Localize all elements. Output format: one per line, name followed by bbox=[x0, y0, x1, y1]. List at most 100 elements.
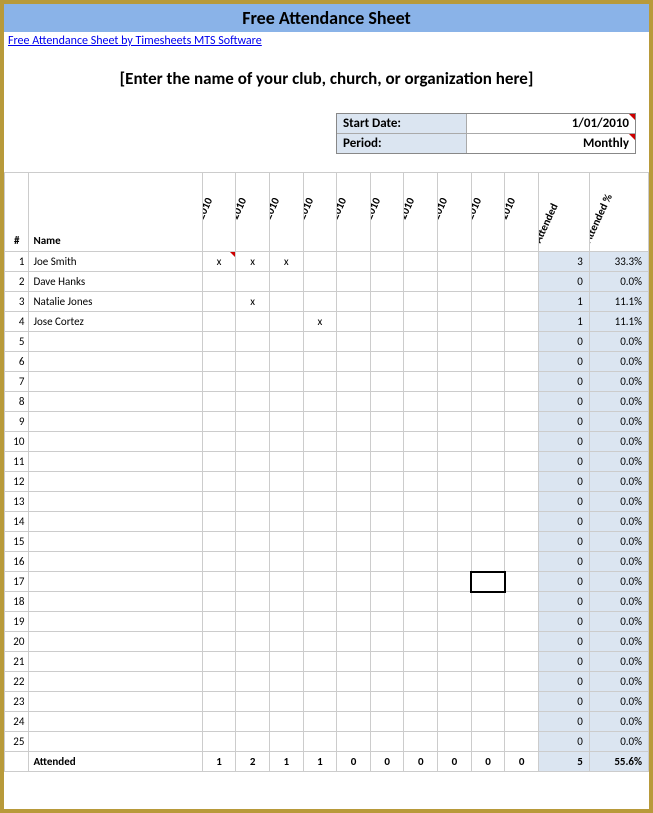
attendance-cell[interactable] bbox=[269, 612, 303, 632]
attendance-cell[interactable]: x bbox=[303, 312, 337, 332]
attendance-cell[interactable] bbox=[337, 632, 371, 652]
attendance-cell[interactable] bbox=[471, 692, 505, 712]
attendance-cell[interactable] bbox=[404, 492, 438, 512]
name-cell[interactable]: Joe Smith bbox=[29, 252, 202, 272]
attendance-cell[interactable] bbox=[337, 592, 371, 612]
attendance-cell[interactable] bbox=[370, 692, 404, 712]
attendance-cell[interactable] bbox=[303, 652, 337, 672]
attendance-cell[interactable] bbox=[269, 552, 303, 572]
name-cell[interactable] bbox=[29, 632, 202, 652]
attendance-cell[interactable] bbox=[404, 392, 438, 412]
attendance-cell[interactable] bbox=[269, 632, 303, 652]
attendance-cell[interactable] bbox=[404, 632, 438, 652]
attendance-cell[interactable] bbox=[202, 612, 236, 632]
name-cell[interactable] bbox=[29, 692, 202, 712]
attendance-cell[interactable] bbox=[404, 272, 438, 292]
attendance-cell[interactable] bbox=[370, 432, 404, 452]
attendance-cell[interactable] bbox=[370, 492, 404, 512]
attendance-cell[interactable] bbox=[269, 392, 303, 412]
attendance-cell[interactable] bbox=[404, 612, 438, 632]
attendance-cell[interactable] bbox=[370, 592, 404, 612]
attendance-cell[interactable] bbox=[370, 552, 404, 572]
attendance-cell[interactable] bbox=[404, 552, 438, 572]
attendance-cell[interactable] bbox=[337, 692, 371, 712]
attendance-cell[interactable] bbox=[370, 412, 404, 432]
attendance-cell[interactable] bbox=[471, 632, 505, 652]
name-cell[interactable] bbox=[29, 652, 202, 672]
attendance-cell[interactable] bbox=[202, 672, 236, 692]
attendance-cell[interactable] bbox=[269, 692, 303, 712]
attendance-cell[interactable] bbox=[471, 472, 505, 492]
attendance-cell[interactable] bbox=[505, 712, 539, 732]
attendance-cell[interactable] bbox=[202, 472, 236, 492]
attendance-cell[interactable] bbox=[370, 572, 404, 592]
attendance-cell[interactable] bbox=[202, 732, 236, 752]
attendance-cell[interactable] bbox=[337, 352, 371, 372]
attendance-cell[interactable] bbox=[438, 592, 472, 612]
attendance-cell[interactable] bbox=[505, 452, 539, 472]
attendance-cell[interactable] bbox=[202, 532, 236, 552]
attendance-cell[interactable] bbox=[202, 572, 236, 592]
attendance-cell[interactable] bbox=[471, 372, 505, 392]
attendance-cell[interactable] bbox=[438, 412, 472, 432]
attendance-cell[interactable] bbox=[438, 272, 472, 292]
attendance-cell[interactable] bbox=[303, 512, 337, 532]
attendance-cell[interactable] bbox=[303, 352, 337, 372]
name-cell[interactable] bbox=[29, 572, 202, 592]
attendance-cell[interactable] bbox=[505, 332, 539, 352]
attendance-cell[interactable] bbox=[303, 432, 337, 452]
attendance-cell[interactable] bbox=[370, 632, 404, 652]
attendance-cell[interactable] bbox=[303, 732, 337, 752]
name-cell[interactable] bbox=[29, 592, 202, 612]
attendance-cell[interactable] bbox=[438, 252, 472, 272]
attendance-cell[interactable] bbox=[202, 592, 236, 612]
name-cell[interactable] bbox=[29, 552, 202, 572]
attendance-cell[interactable] bbox=[471, 572, 505, 592]
attendance-cell[interactable] bbox=[404, 412, 438, 432]
name-cell[interactable] bbox=[29, 712, 202, 732]
name-cell[interactable] bbox=[29, 332, 202, 352]
attendance-cell[interactable] bbox=[471, 272, 505, 292]
attendance-cell[interactable] bbox=[404, 312, 438, 332]
attendance-cell[interactable] bbox=[471, 732, 505, 752]
name-cell[interactable] bbox=[29, 532, 202, 552]
attendance-cell[interactable] bbox=[202, 432, 236, 452]
attendance-cell[interactable] bbox=[337, 472, 371, 492]
attendance-cell[interactable] bbox=[269, 412, 303, 432]
attendance-cell[interactable] bbox=[202, 352, 236, 372]
attendance-cell[interactable] bbox=[303, 492, 337, 512]
attendance-cell[interactable] bbox=[370, 672, 404, 692]
attendance-cell[interactable] bbox=[370, 472, 404, 492]
attendance-cell[interactable] bbox=[236, 632, 270, 652]
attendance-cell[interactable] bbox=[505, 632, 539, 652]
attendance-cell[interactable] bbox=[236, 272, 270, 292]
attendance-cell[interactable] bbox=[505, 512, 539, 532]
attendance-cell[interactable] bbox=[202, 392, 236, 412]
attendance-cell[interactable] bbox=[337, 492, 371, 512]
attendance-cell[interactable] bbox=[337, 732, 371, 752]
attendance-cell[interactable] bbox=[269, 492, 303, 512]
attendance-cell[interactable] bbox=[236, 732, 270, 752]
attendance-cell[interactable] bbox=[337, 672, 371, 692]
attendance-cell[interactable] bbox=[404, 332, 438, 352]
attendance-cell[interactable] bbox=[471, 332, 505, 352]
attendance-cell[interactable] bbox=[438, 632, 472, 652]
attendance-cell[interactable] bbox=[236, 652, 270, 672]
attendance-cell[interactable] bbox=[303, 592, 337, 612]
name-cell[interactable] bbox=[29, 352, 202, 372]
attendance-cell[interactable] bbox=[370, 352, 404, 372]
attendance-cell[interactable] bbox=[202, 552, 236, 572]
attendance-cell[interactable] bbox=[438, 352, 472, 372]
attendance-cell[interactable] bbox=[337, 252, 371, 272]
attendance-cell[interactable] bbox=[505, 532, 539, 552]
attendance-cell[interactable] bbox=[269, 272, 303, 292]
attendance-cell[interactable] bbox=[202, 372, 236, 392]
attendance-cell[interactable] bbox=[337, 552, 371, 572]
attendance-cell[interactable] bbox=[269, 372, 303, 392]
attendance-cell[interactable] bbox=[471, 452, 505, 472]
attendance-cell[interactable] bbox=[370, 512, 404, 532]
attendance-cell[interactable] bbox=[202, 312, 236, 332]
attendance-cell[interactable] bbox=[404, 652, 438, 672]
attendance-cell[interactable] bbox=[236, 552, 270, 572]
org-name-placeholder[interactable]: [Enter the name of your club, church, or… bbox=[4, 50, 649, 113]
